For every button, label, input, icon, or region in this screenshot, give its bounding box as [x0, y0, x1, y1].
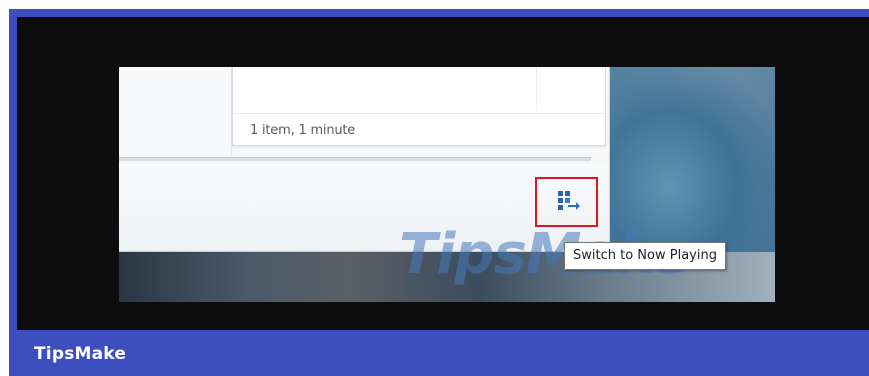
library-status-text: 1 item, 1 minute [250, 123, 356, 138]
switch-to-now-playing-icon [557, 190, 581, 212]
navigation-pane [119, 67, 232, 155]
screenshot-backdrop: 1 item, 1 minute TipsMake Switch to Now … [17, 17, 869, 330]
windows-desktop-screenshot: 1 item, 1 minute TipsMake Switch to Now … [119, 67, 775, 302]
library-list-pane: 1 item, 1 minute [232, 67, 606, 146]
column-separator [536, 67, 537, 111]
list-divider [233, 113, 605, 114]
desktop-wallpaper [599, 67, 775, 267]
switch-to-now-playing-tooltip: Switch to Now Playing [564, 242, 726, 270]
switch-to-now-playing-button[interactable] [535, 177, 598, 227]
seek-bar[interactable] [119, 157, 591, 162]
footer-brand-label: TipsMake [34, 344, 127, 364]
